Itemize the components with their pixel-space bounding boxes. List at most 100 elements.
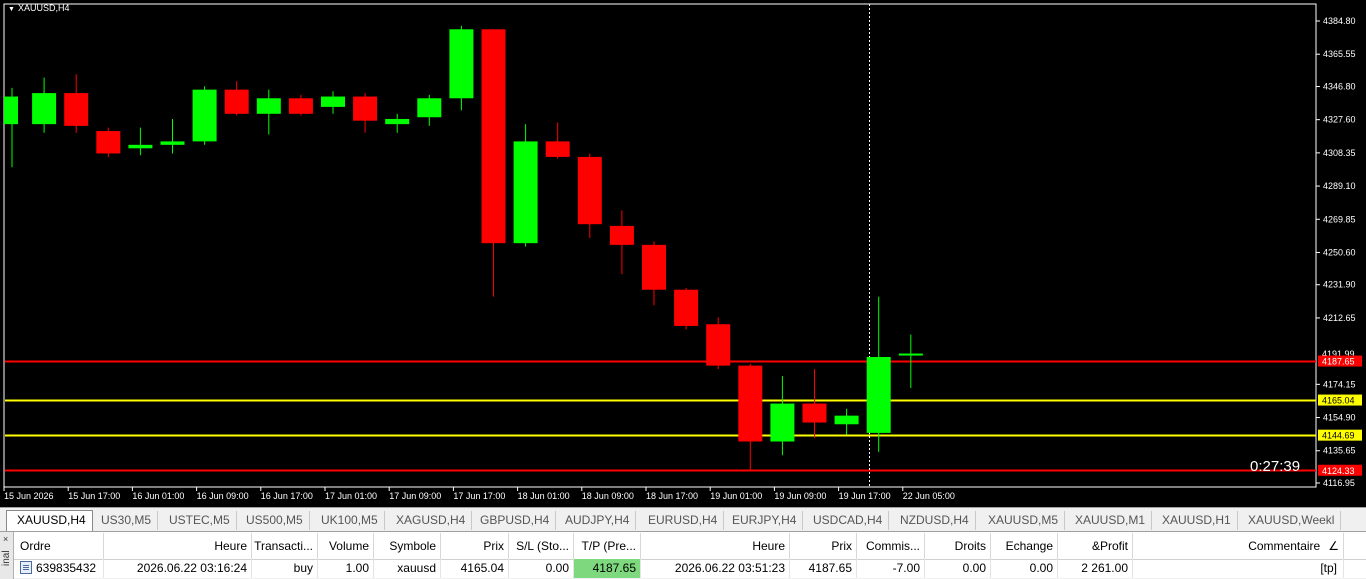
cell-tp[interactable]: 4187.65 xyxy=(574,559,641,578)
column-header-volume[interactable]: Volume xyxy=(318,533,374,559)
column-header-commission[interactable]: Commis... xyxy=(857,533,925,559)
terminal-close-icon[interactable]: × xyxy=(3,534,8,544)
cell-profit[interactable]: 2 261.00 xyxy=(1058,559,1133,578)
chart-tab-us30-m5[interactable]: US30,M5 xyxy=(91,511,159,530)
time-tick-label: 17 Jun 09:00 xyxy=(389,491,441,501)
cell-comment[interactable]: [tp] xyxy=(1133,559,1344,578)
cell-fees[interactable]: 0.00 xyxy=(925,559,991,578)
cell-volume[interactable]: 1.00 xyxy=(318,559,374,578)
time-tick-label: 19 Jun 01:00 xyxy=(710,491,762,501)
bearish-candle xyxy=(642,244,666,290)
bearish-candle xyxy=(674,289,699,326)
price-label-text: 4187.65 xyxy=(1322,357,1355,367)
time-tick-label: 17 Jun 01:00 xyxy=(325,491,377,501)
time-tick-label: 18 Jun 17:00 xyxy=(646,491,698,501)
time-tick-label: 16 Jun 01:00 xyxy=(132,491,184,501)
bearish-candle xyxy=(545,141,570,157)
price-tick-label: 4365.55 xyxy=(1323,49,1356,59)
time-tick-label: 16 Jun 17:00 xyxy=(261,491,313,501)
cell-sl[interactable]: 0.00 xyxy=(509,559,574,578)
price-tick-label: 4250.60 xyxy=(1323,247,1356,257)
price-tick-label: 4269.85 xyxy=(1323,214,1356,224)
candlestick-chart[interactable]: 4384.80 4365.55 4346.80 4327.60 4308.35 4289.… xyxy=(0,0,1366,507)
time-tick-label: 18 Jun 01:00 xyxy=(518,491,570,501)
cell-commission[interactable]: -7.00 xyxy=(857,559,925,578)
cell-type[interactable]: buy xyxy=(252,559,318,578)
chart-tab-xauusd-weekl[interactable]: XAUUSD,Weekl xyxy=(1238,511,1342,530)
bullish-candle xyxy=(128,144,153,149)
column-header-sl[interactable]: S/L (Sto... xyxy=(509,533,574,559)
cell-open-time[interactable]: 2026.06.22 03:16:24 xyxy=(104,559,252,578)
order-number: 639835432 xyxy=(36,561,97,575)
column-header-close-time[interactable]: Heure xyxy=(641,533,790,559)
price-tick-label: 4212.65 xyxy=(1323,313,1356,323)
bearish-candle xyxy=(577,156,602,225)
time-tick-label: 15 Jun 17:00 xyxy=(68,491,120,501)
price-tick-label: 4231.90 xyxy=(1323,280,1356,290)
bearish-candle xyxy=(609,225,634,245)
bar-countdown-timer: 0:27:39 xyxy=(1250,458,1301,475)
cell-close-time[interactable]: 2026.06.22 03:51:23 xyxy=(641,559,790,578)
chart-tab-eurusd-h4[interactable]: EURUSD,H4 xyxy=(638,511,725,530)
cell-order[interactable]: 639835432 xyxy=(14,559,104,578)
bearish-candle xyxy=(64,93,89,126)
bullish-candle xyxy=(321,96,345,107)
column-header-open-time[interactable]: Heure xyxy=(104,533,252,559)
price-tick-label: 4308.35 xyxy=(1323,148,1356,158)
column-header-fees[interactable]: Droits xyxy=(925,533,991,559)
bullish-candle xyxy=(770,403,795,442)
chart-tab-xauusd-m5[interactable]: XAUUSD,M5 xyxy=(978,511,1066,530)
column-header-swap[interactable]: Echange xyxy=(991,533,1058,559)
bullish-candle xyxy=(866,357,891,433)
time-tick-label: 22 Jun 05:00 xyxy=(903,491,955,501)
chart-tab-gbpusd-h4[interactable]: GBPUSD,H4 xyxy=(470,511,557,530)
chart-tab-uk100-m5[interactable]: UK100,M5 xyxy=(311,511,385,530)
bearish-candle xyxy=(802,403,827,423)
bearish-candle xyxy=(353,96,378,121)
chart-tab-xauusd-h1[interactable]: XAUUSD,H1 xyxy=(1152,511,1238,530)
chart-tab-eurjpy-h4[interactable]: EURJPY,H4 xyxy=(722,511,804,530)
cell-symbol[interactable]: xauusd xyxy=(374,559,441,578)
chart-tab-nzdusd-h4[interactable]: NZDUSD,H4 xyxy=(890,511,976,530)
bullish-candle xyxy=(32,93,57,125)
column-header-profit[interactable]: &Profit xyxy=(1058,533,1133,559)
chart-symbol-label: XAUUSD,H4 xyxy=(17,3,70,13)
chart-menu-arrow-icon[interactable]: ▼ xyxy=(8,6,15,13)
column-header-type[interactable]: Transacti... xyxy=(252,533,318,559)
chart-window[interactable]: 4384.80 4365.55 4346.80 4327.60 4308.35 4289.… xyxy=(0,0,1366,507)
bullish-candle xyxy=(834,415,859,425)
bullish-candle xyxy=(417,98,442,118)
price-tick-label: 4346.80 xyxy=(1323,82,1356,92)
column-header-tp[interactable]: T/P (Pre... xyxy=(574,533,641,559)
price-tick-label: 4327.60 xyxy=(1323,115,1356,125)
column-header-close-price[interactable]: Prix xyxy=(790,533,857,559)
price-label-text: 4144.69 xyxy=(1322,431,1355,441)
chart-tab-xauusd-m1[interactable]: XAUUSD,M1 xyxy=(1065,511,1153,530)
chart-tab-audjpy-h4[interactable]: AUDJPY,H4 xyxy=(555,511,637,530)
price-tick-label: 4154.90 xyxy=(1323,413,1356,423)
chart-tab-ustec-m5[interactable]: USTEC,M5 xyxy=(159,511,237,530)
column-header-symbol[interactable]: Symbole xyxy=(374,533,441,559)
cell-swap[interactable]: 0.00 xyxy=(991,559,1058,578)
time-tick-label: 15 Jun 2026 xyxy=(4,491,54,501)
chart-title[interactable]: ▼ XAUUSD,H4 xyxy=(8,3,69,13)
order-document-icon xyxy=(20,561,32,574)
chart-tab-xauusd-h4[interactable]: XAUUSD,H4 xyxy=(6,510,93,531)
bullish-candle xyxy=(192,89,217,142)
chart-tab-xagusd-h4[interactable]: XAGUSD,H4 xyxy=(386,511,473,530)
column-header-comment[interactable]: Commentaire ∠ xyxy=(1133,533,1344,559)
bullish-candle xyxy=(256,98,281,114)
trading-platform-window: 4384.80 4365.55 4346.80 4327.60 4308.35 4289.… xyxy=(0,0,1366,579)
cell-close-price[interactable]: 4187.65 xyxy=(790,559,857,578)
column-header-order[interactable]: Ordre xyxy=(14,533,104,559)
column-header-open-price[interactable]: Prix xyxy=(441,533,509,559)
time-tick-label: 19 Jun 17:00 xyxy=(839,491,891,501)
chart-tab-usdcad-h4[interactable]: USDCAD,H4 xyxy=(803,511,890,530)
price-tick-label: 4116.95 xyxy=(1323,478,1355,488)
bearish-candle xyxy=(706,324,731,366)
price-tick-label: 4174.15 xyxy=(1323,379,1356,389)
bullish-candle xyxy=(160,141,185,145)
chart-tab-us500-m5[interactable]: US500,M5 xyxy=(236,511,310,530)
cell-open-price[interactable]: 4165.04 xyxy=(441,559,509,578)
terminal-panel: × inal Ordre Heure Transacti... Volume Symbo… xyxy=(0,531,1366,579)
